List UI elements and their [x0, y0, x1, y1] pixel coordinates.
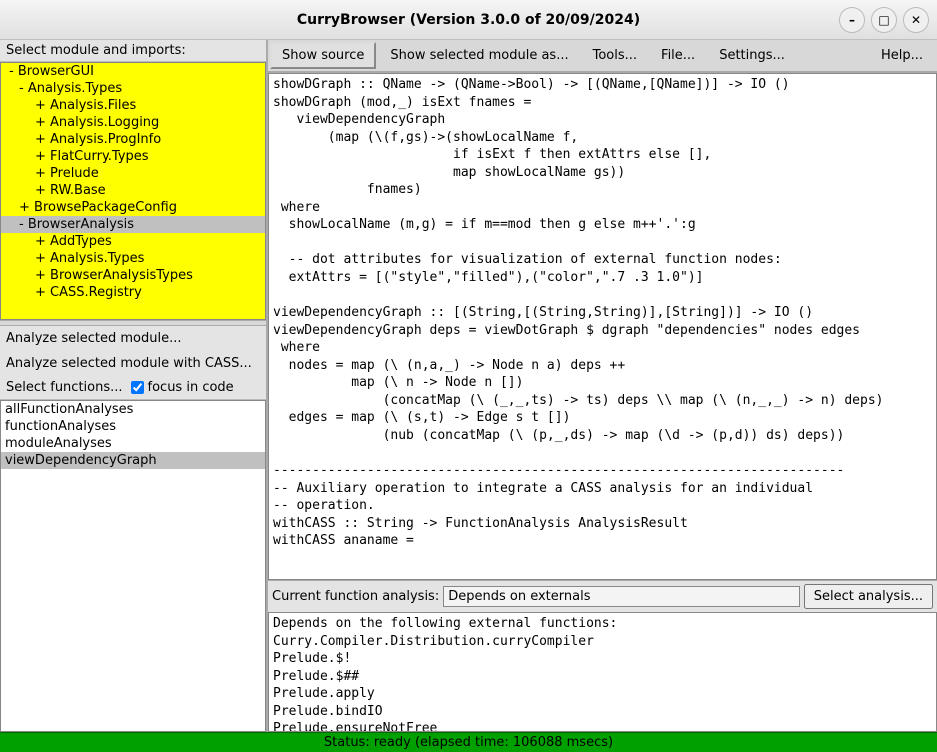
module-tree-item[interactable]: + Analysis.Files: [1, 97, 265, 114]
module-tree-item[interactable]: + Analysis.ProgInfo: [1, 131, 265, 148]
help-menu[interactable]: Help...: [869, 42, 935, 69]
function-list[interactable]: allFunctionAnalysesfunctionAnalysesmodul…: [0, 400, 266, 732]
select-functions-button[interactable]: Select functions...: [6, 380, 123, 395]
module-tree-item[interactable]: + AddTypes: [1, 233, 265, 250]
settings-menu[interactable]: Settings...: [707, 42, 797, 69]
module-tree-item[interactable]: + Analysis.Logging: [1, 114, 265, 131]
module-tree-item[interactable]: - BrowserGUI: [1, 63, 265, 80]
source-code-view[interactable]: showDGraph :: QName -> (QName->Bool) -> …: [268, 73, 937, 580]
analyze-module-button[interactable]: Analyze selected module...: [0, 326, 266, 351]
module-tree-item[interactable]: + Prelude: [1, 165, 265, 182]
show-source-button[interactable]: Show source: [270, 42, 376, 69]
function-list-item[interactable]: functionAnalyses: [1, 418, 265, 435]
module-tree-item[interactable]: + FlatCurry.Types: [1, 148, 265, 165]
function-list-item[interactable]: viewDependencyGraph: [1, 452, 265, 469]
module-tree-item[interactable]: + Analysis.Types: [1, 250, 265, 267]
select-analysis-button[interactable]: Select analysis...: [804, 584, 933, 609]
module-tree-item[interactable]: + RW.Base: [1, 182, 265, 199]
minimize-button[interactable]: –: [839, 7, 865, 33]
module-tree-item[interactable]: + CASS.Registry: [1, 284, 265, 301]
focus-in-code-input[interactable]: [131, 381, 144, 394]
module-tree-item[interactable]: - Analysis.Types: [1, 80, 265, 97]
file-menu[interactable]: File...: [649, 42, 707, 69]
status-bar: Status: ready (elapsed time: 106088 msec…: [0, 732, 937, 752]
current-analysis-field[interactable]: [443, 586, 800, 607]
function-list-item[interactable]: moduleAnalyses: [1, 435, 265, 452]
close-button[interactable]: ✕: [903, 7, 929, 33]
window-title: CurryBrowser (Version 3.0.0 of 20/09/202…: [297, 12, 640, 28]
analyze-module-cass-button[interactable]: Analyze selected module with CASS...: [0, 351, 266, 376]
current-analysis-label: Current function analysis:: [272, 589, 439, 604]
window-titlebar: CurryBrowser (Version 3.0.0 of 20/09/202…: [0, 0, 937, 40]
module-tree[interactable]: - BrowserGUI- Analysis.Types+ Analysis.F…: [0, 62, 266, 320]
module-tree-label: Select module and imports:: [0, 40, 266, 62]
maximize-button[interactable]: □: [871, 7, 897, 33]
module-tree-item[interactable]: + BrowserAnalysisTypes: [1, 267, 265, 284]
focus-in-code-checkbox[interactable]: focus in code: [131, 380, 234, 395]
menubar: Show source Show selected module as... T…: [268, 40, 937, 73]
module-tree-item[interactable]: + BrowsePackageConfig: [1, 199, 265, 216]
tools-menu[interactable]: Tools...: [581, 42, 649, 69]
function-list-item[interactable]: allFunctionAnalyses: [1, 401, 265, 418]
analysis-output[interactable]: Depends on the following external functi…: [268, 612, 937, 732]
show-module-as-menu[interactable]: Show selected module as...: [378, 42, 580, 69]
module-tree-item[interactable]: - BrowserAnalysis: [1, 216, 265, 233]
